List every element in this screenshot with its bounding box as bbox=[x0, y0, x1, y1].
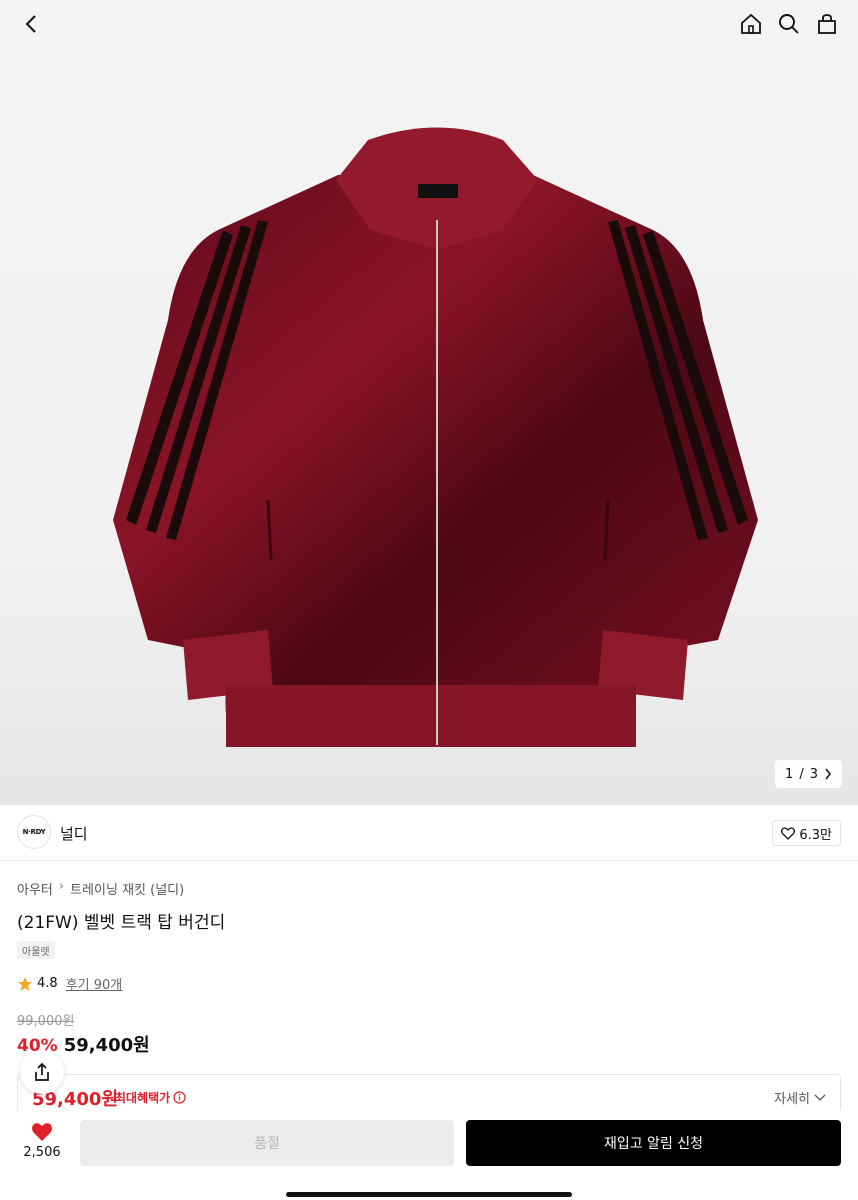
benefit-label: 최대혜택가 bbox=[115, 1091, 171, 1105]
star-icon bbox=[18, 976, 32, 991]
wishlist-button[interactable]: 2,506 bbox=[17, 1122, 67, 1160]
home-icon bbox=[741, 13, 761, 34]
breadcrumb: 아우터 › 트레이닝 재킷 (널디) bbox=[17, 879, 184, 898]
benefit-label-group: 최대혜택가 bbox=[115, 1089, 186, 1106]
restock-alert-button[interactable]: 재입고 알림 신청 bbox=[466, 1120, 841, 1166]
bottom-action-bar: 2,506 품절 재입고 알림 신청 bbox=[0, 1110, 858, 1200]
info-icon[interactable] bbox=[173, 1091, 186, 1104]
brand-row[interactable]: N·RDY 널디 6.3만 bbox=[0, 805, 858, 861]
chevron-right-icon bbox=[825, 768, 831, 780]
heart-icon bbox=[32, 1123, 52, 1141]
product-image-gallery[interactable]: 1 / 3 bbox=[0, 0, 858, 805]
share-button[interactable] bbox=[20, 1050, 64, 1094]
benefit-detail-toggle[interactable]: 자세히 bbox=[774, 1088, 826, 1107]
gallery-counter[interactable]: 1 / 3 bbox=[775, 760, 842, 788]
home-button[interactable] bbox=[736, 9, 766, 39]
soldout-button: 품절 bbox=[80, 1120, 454, 1166]
chevron-down-icon bbox=[814, 1094, 826, 1101]
share-icon bbox=[35, 1062, 49, 1081]
breadcrumb-subcategory[interactable]: 트레이닝 재킷 (널디) bbox=[70, 879, 184, 898]
heart-outline-icon bbox=[781, 826, 796, 840]
search-icon bbox=[779, 14, 799, 34]
back-button[interactable] bbox=[18, 10, 46, 38]
brand-like-button[interactable]: 6.3만 bbox=[772, 820, 841, 846]
back-icon bbox=[25, 15, 36, 33]
review-link[interactable]: 후기 90개 bbox=[66, 974, 123, 993]
gallery-current: 1 bbox=[785, 766, 794, 782]
original-price: 99,000원 bbox=[17, 1014, 75, 1029]
top-navigation bbox=[0, 0, 858, 50]
outlet-tag: 아울렛 bbox=[17, 941, 55, 959]
rating-row: 4.8 후기 90개 bbox=[17, 974, 122, 993]
home-indicator bbox=[286, 1192, 572, 1197]
product-photo bbox=[113, 127, 758, 747]
breadcrumb-category[interactable]: 아우터 bbox=[17, 879, 53, 898]
gallery-separator: / bbox=[799, 766, 804, 782]
cart-button[interactable] bbox=[812, 9, 842, 39]
chevron-right-icon: › bbox=[58, 879, 65, 894]
brand-name[interactable]: 널디 bbox=[60, 823, 88, 844]
bag-icon bbox=[818, 14, 836, 34]
rating-value: 4.8 bbox=[37, 976, 58, 991]
brand-logo-text: N·RDY bbox=[22, 828, 46, 836]
sale-price: 59,400원 bbox=[63, 1035, 150, 1056]
gallery-total: 3 bbox=[809, 766, 818, 782]
product-title: (21FW) 벨벳 트랙 탑 버건디 bbox=[17, 913, 226, 933]
benefit-detail-label: 자세히 bbox=[774, 1092, 810, 1107]
wishlist-count: 2,506 bbox=[23, 1145, 61, 1160]
brand-logo[interactable]: N·RDY bbox=[17, 815, 51, 849]
brand-like-count: 6.3만 bbox=[799, 827, 832, 843]
search-button[interactable] bbox=[774, 9, 804, 39]
